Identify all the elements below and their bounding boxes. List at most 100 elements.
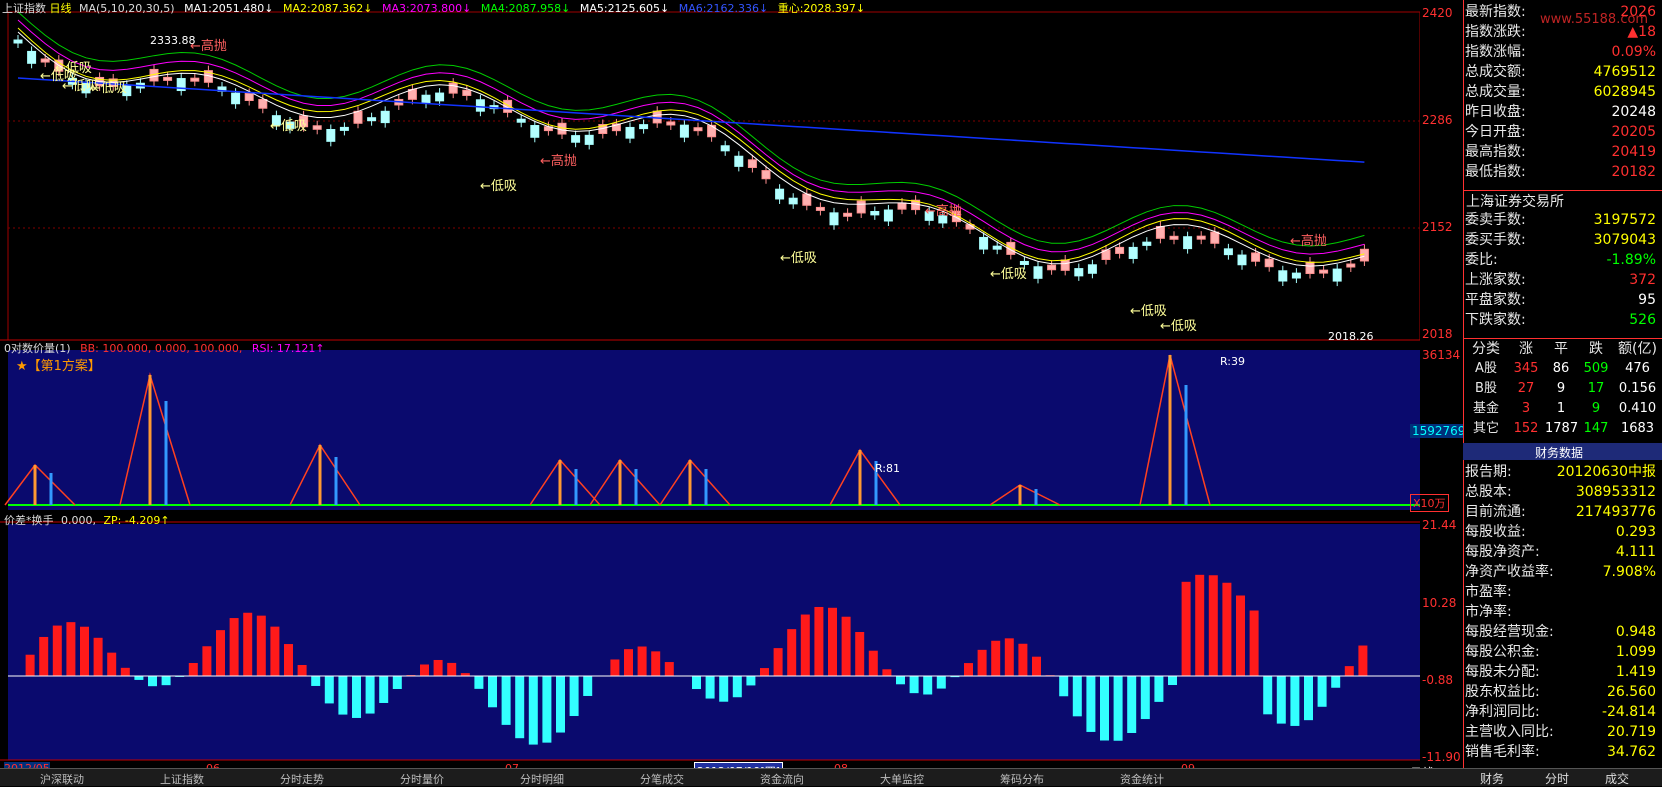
candle bbox=[626, 127, 634, 138]
finance-label: 每股经营现金: bbox=[1465, 622, 1554, 642]
candle bbox=[1265, 259, 1273, 267]
diff-bar-positive bbox=[284, 644, 293, 676]
quote-value: 20419 bbox=[1611, 142, 1656, 162]
finance-label: 每股公积金: bbox=[1465, 642, 1540, 662]
diff-panel-name: 价差*换手 bbox=[4, 514, 54, 527]
diff-bar-negative bbox=[134, 676, 143, 680]
diff-bar-negative bbox=[1059, 676, 1068, 696]
diff-bar-positive bbox=[1358, 646, 1367, 676]
finance-value: 1.419 bbox=[1616, 662, 1656, 682]
tab-timeshare[interactable]: 分时 bbox=[1545, 770, 1569, 787]
candle bbox=[340, 127, 348, 130]
breadth-header: 额(亿) bbox=[1615, 340, 1660, 358]
signal-low: ←低吸 bbox=[480, 179, 517, 194]
diff-axis-1: 21.44 bbox=[1422, 518, 1456, 532]
finance-title: 财务数据 bbox=[1535, 444, 1583, 461]
diff-bar-negative bbox=[352, 676, 361, 718]
quote-label: 最高指数: bbox=[1465, 142, 1526, 162]
exchange-value: 95 bbox=[1638, 290, 1656, 310]
candle bbox=[803, 194, 811, 205]
quote-value: 20248 bbox=[1611, 102, 1656, 122]
candle bbox=[640, 125, 648, 129]
price-tick-3: 2152 bbox=[1422, 220, 1453, 234]
diff-bar-negative bbox=[570, 676, 579, 716]
exchange-title: 上海证券交易所 bbox=[1466, 191, 1564, 211]
candle bbox=[368, 118, 376, 121]
candle bbox=[708, 125, 716, 136]
diff-bar-positive bbox=[610, 659, 619, 676]
candle bbox=[259, 99, 267, 108]
diff-panel-value: 0.000, bbox=[61, 514, 96, 527]
signal-high: ←高抛 bbox=[925, 203, 962, 219]
candle bbox=[232, 93, 240, 104]
rsi-label: RSI: 17.121↑ bbox=[252, 342, 325, 355]
quote-row: 总成交额:4769512 bbox=[1465, 62, 1662, 82]
diff-bar-positive bbox=[1005, 638, 1014, 676]
candle bbox=[313, 126, 321, 130]
tab-finance[interactable]: 财务 bbox=[1480, 770, 1504, 787]
candle bbox=[327, 130, 335, 142]
exchange-value: 526 bbox=[1629, 310, 1656, 330]
tab-trades[interactable]: 成交 bbox=[1605, 770, 1629, 787]
signal-high: ←高抛 bbox=[1290, 233, 1327, 249]
diff-bar-negative bbox=[1168, 676, 1177, 685]
exchange-value: 372 bbox=[1629, 270, 1656, 290]
diff-bar-positive bbox=[774, 648, 783, 676]
finance-label: 报告期: bbox=[1465, 462, 1512, 482]
exchange-value: 3197572 bbox=[1594, 210, 1656, 230]
diff-bar-positive bbox=[1032, 657, 1041, 676]
diff-bar-positive bbox=[1250, 611, 1259, 676]
candle bbox=[422, 95, 430, 103]
signal-low: ←低吸 bbox=[270, 119, 307, 134]
breadth-cell: 345 bbox=[1508, 360, 1544, 378]
breadth-cell: 17 bbox=[1578, 380, 1614, 398]
divider bbox=[1463, 338, 1662, 339]
diff-bar-positive bbox=[243, 613, 252, 676]
scheme-label[interactable]: ★【第1方案】 bbox=[16, 355, 101, 374]
candle bbox=[572, 136, 580, 143]
diff-bar-negative bbox=[706, 676, 715, 699]
diff-bar-negative bbox=[325, 676, 334, 703]
candle bbox=[1048, 265, 1056, 270]
finance-value: 4.111 bbox=[1616, 542, 1656, 562]
kline-chart[interactable]: ←低吸←低吸←低吸←低吸←低吸←低吸←低吸←低吸←低吸←低吸←高抛←高抛←高抛←… bbox=[0, 0, 1420, 768]
diff-bar-positive bbox=[842, 617, 851, 676]
candle bbox=[1020, 261, 1028, 264]
quote-value: 0.09% bbox=[1612, 42, 1656, 62]
breadth-cell: 152 bbox=[1508, 420, 1544, 438]
price-tick-top: 2420 bbox=[1422, 6, 1453, 20]
candle bbox=[41, 59, 49, 62]
diff-bar-negative bbox=[162, 676, 171, 685]
candle bbox=[1238, 255, 1246, 265]
vol-axis-unit: X10万 bbox=[1410, 494, 1449, 512]
diff-bar-positive bbox=[1236, 595, 1245, 676]
candle bbox=[776, 189, 784, 199]
diff-bar-negative bbox=[896, 676, 905, 684]
diff-bar-positive bbox=[1182, 582, 1191, 676]
price-tick-bottom: 2018 bbox=[1422, 327, 1453, 341]
ma3-value: 2073.800↓ bbox=[410, 2, 472, 15]
exchange-label: 委比: bbox=[1465, 250, 1498, 270]
breadth-cell: 其它 bbox=[1466, 420, 1506, 438]
candle bbox=[1075, 269, 1083, 276]
candle bbox=[993, 246, 1001, 249]
candle bbox=[245, 93, 253, 100]
diff-bar-negative bbox=[338, 676, 347, 715]
diff-bar-positive bbox=[257, 616, 266, 676]
candle bbox=[381, 111, 389, 122]
diff-bar-positive bbox=[787, 629, 796, 676]
candle bbox=[449, 83, 457, 93]
ratio-label-2: R:81 bbox=[875, 462, 900, 475]
candle bbox=[1306, 262, 1314, 273]
candle bbox=[680, 125, 688, 137]
candle bbox=[1129, 247, 1137, 258]
diff-bar-negative bbox=[366, 676, 375, 714]
candle bbox=[1320, 270, 1328, 273]
bb-label: BB: 100.000, 0.000, 100.000, bbox=[80, 342, 242, 355]
candle bbox=[1292, 273, 1300, 278]
diff-bar-positive bbox=[882, 669, 891, 676]
price-tick-2: 2286 bbox=[1422, 113, 1453, 127]
diff-bar-positive bbox=[420, 664, 429, 676]
candle bbox=[463, 90, 471, 95]
signal-high: ←高抛 bbox=[190, 38, 227, 54]
